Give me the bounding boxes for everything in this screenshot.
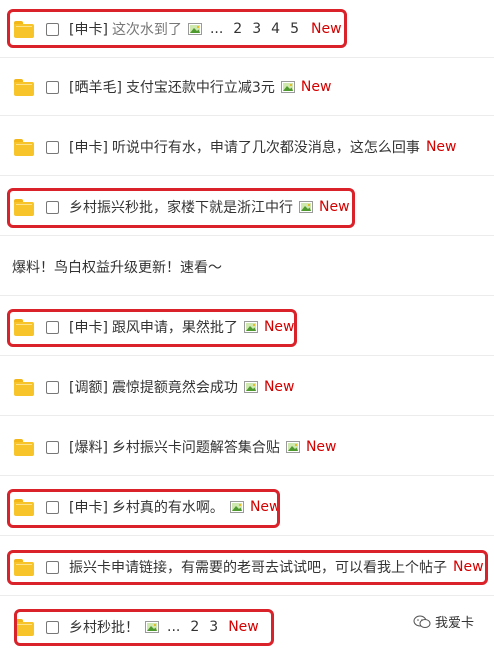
- new-badge: New: [300, 79, 332, 95]
- new-badge: New: [228, 619, 259, 635]
- page-link[interactable]: 2: [233, 21, 242, 37]
- wechat-icon: [413, 615, 431, 628]
- thread-row[interactable]: [爆料] 乡村振兴卡问题解答集合贴 New: [0, 418, 494, 476]
- folder-icon: [14, 20, 34, 38]
- select-checkbox[interactable]: [46, 560, 59, 574]
- page-link[interactable]: 3: [209, 619, 218, 635]
- folder-icon: [14, 198, 34, 216]
- new-badge: New: [319, 199, 350, 215]
- thread-row[interactable]: [调额] 震惊提额竟然会成功 New: [0, 358, 494, 416]
- page-link[interactable]: 5: [290, 21, 299, 37]
- thread-tag[interactable]: [调额]: [69, 377, 108, 397]
- thread-title[interactable]: 振兴卡申请链接，有需要的老哥去试试吧，可以看我上个帖子: [69, 557, 447, 577]
- folder-icon: [14, 438, 34, 456]
- folder-icon: [14, 318, 34, 336]
- thread-title[interactable]: 跟风申请，果然批了: [112, 317, 238, 337]
- thread-tag[interactable]: [申卡]: [69, 497, 108, 517]
- thread-title[interactable]: 乡村振兴卡问题解答集合贴: [112, 437, 280, 457]
- image-attachment-icon: [285, 441, 300, 453]
- thread-title[interactable]: 乡村真的有水啊。: [112, 497, 224, 517]
- thread-tag[interactable]: [申卡]: [69, 19, 108, 39]
- thread-title[interactable]: 这次水到了: [112, 19, 182, 39]
- new-badge: New: [305, 439, 337, 455]
- folder-icon: [14, 498, 34, 516]
- new-badge: New: [263, 379, 295, 395]
- new-badge: New: [263, 319, 295, 335]
- image-attachment-icon: [299, 201, 313, 213]
- thread-title[interactable]: 乡村振兴秒批，家楼下就是浙江中行: [69, 197, 293, 217]
- pagination-ellipsis: ...: [209, 21, 224, 37]
- image-attachment-icon: [145, 621, 159, 633]
- select-checkbox[interactable]: [46, 320, 59, 334]
- image-attachment-icon: [280, 81, 295, 93]
- folder-icon: [14, 138, 34, 156]
- image-attachment-icon: [187, 23, 202, 35]
- thread-title[interactable]: 乡村秒批！: [69, 617, 139, 637]
- thread-row[interactable]: [申卡] 跟风申请，果然批了 New: [0, 298, 494, 356]
- folder-icon: [14, 618, 34, 636]
- page-link[interactable]: 3: [252, 21, 261, 37]
- folder-icon: [14, 78, 34, 96]
- image-attachment-icon: [229, 501, 244, 513]
- new-badge: New: [249, 499, 281, 515]
- select-checkbox[interactable]: [46, 380, 59, 394]
- thread-row[interactable]: 振兴卡申请链接，有需要的老哥去试试吧，可以看我上个帖子 New: [0, 538, 494, 596]
- thread-row[interactable]: [申卡] 乡村真的有水啊。 New: [0, 478, 494, 536]
- select-checkbox[interactable]: [46, 80, 59, 94]
- thread-tag[interactable]: [爆料]: [69, 437, 108, 457]
- select-checkbox[interactable]: [46, 440, 59, 454]
- select-checkbox[interactable]: [46, 22, 59, 36]
- select-checkbox[interactable]: [46, 620, 59, 634]
- announcement-text[interactable]: 爆料！鸟白权益升级更新！速看～: [12, 257, 222, 277]
- image-attachment-icon: [243, 381, 258, 393]
- select-checkbox[interactable]: [46, 200, 59, 214]
- thread-row[interactable]: 乡村振兴秒批，家楼下就是浙江中行 New: [0, 178, 494, 236]
- thread-row[interactable]: [申卡] 这次水到了 ... 2 3 4 5 New: [0, 0, 494, 58]
- thread-title[interactable]: 听说中行有水，申请了几次都没消息，这怎么回事: [112, 137, 420, 157]
- pagination-ellipsis: ...: [167, 619, 181, 635]
- thread-title[interactable]: 支付宝还款中行立减3元: [126, 77, 275, 97]
- thread-tag[interactable]: [晒羊毛]: [69, 77, 122, 97]
- new-badge: New: [425, 139, 457, 155]
- thread-tag[interactable]: [申卡]: [69, 137, 108, 157]
- watermark-text: 我爱卡: [435, 616, 475, 631]
- new-badge: New: [453, 559, 484, 575]
- page-link[interactable]: 2: [190, 619, 199, 635]
- image-attachment-icon: [243, 321, 258, 333]
- thread-row[interactable]: [申卡] 听说中行有水，申请了几次都没消息，这怎么回事 New: [0, 118, 494, 176]
- watermark: 我爱卡: [413, 612, 474, 631]
- select-checkbox[interactable]: [46, 500, 59, 514]
- new-badge: New: [310, 21, 342, 37]
- page-link[interactable]: 4: [271, 21, 280, 37]
- folder-icon: [14, 558, 34, 576]
- select-checkbox[interactable]: [46, 140, 59, 154]
- announcement-row[interactable]: 爆料！鸟白权益升级更新！速看～: [0, 238, 494, 296]
- folder-icon: [14, 378, 34, 396]
- thread-tag[interactable]: [申卡]: [69, 317, 108, 337]
- thread-title[interactable]: 震惊提额竟然会成功: [112, 377, 238, 397]
- thread-row[interactable]: [晒羊毛] 支付宝还款中行立减3元 New: [0, 58, 494, 116]
